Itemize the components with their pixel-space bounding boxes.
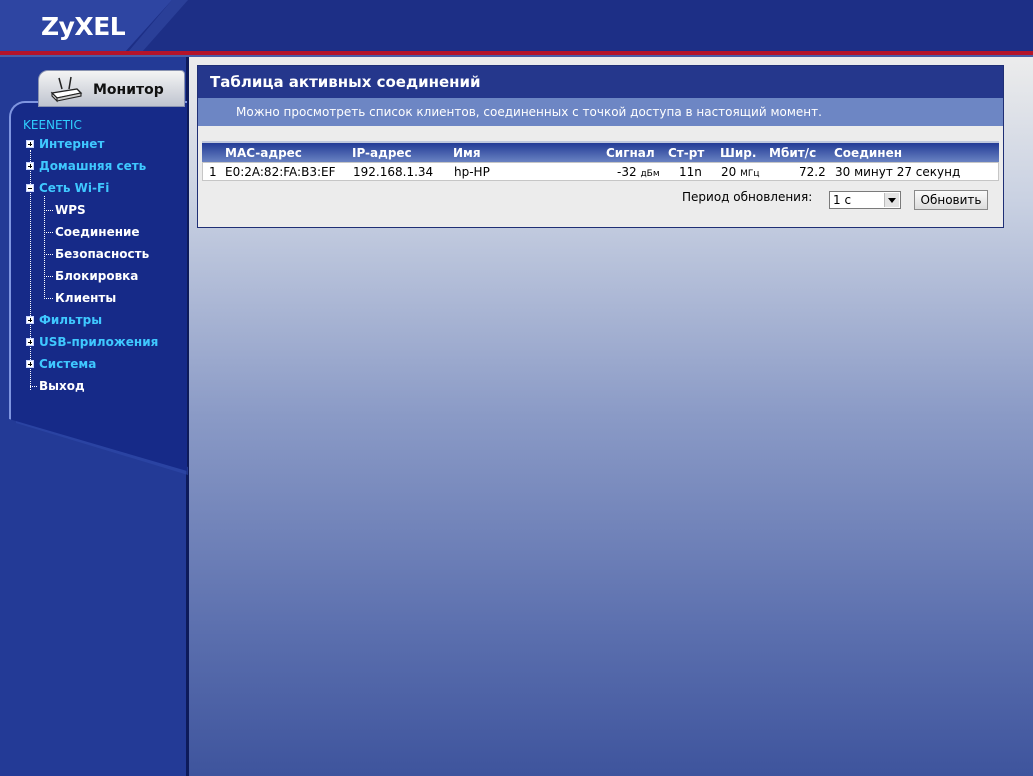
tree-line: [44, 254, 53, 255]
refresh-period-select[interactable]: 1 с: [829, 191, 901, 209]
column-header-connected: Соединен: [834, 146, 903, 160]
width-value: 20: [721, 165, 737, 179]
sidebar-item-internet[interactable]: Интернет: [39, 137, 104, 151]
tab-monitor[interactable]: Монитор: [38, 70, 185, 107]
expand-icon[interactable]: [26, 162, 34, 170]
tab-monitor-label: Монитор: [93, 82, 164, 98]
sidebar-item-security[interactable]: Безопасность: [55, 247, 149, 261]
chevron-down-icon[interactable]: [884, 193, 899, 207]
column-header-signal: Сигнал: [606, 146, 655, 160]
tree-line: [44, 232, 53, 233]
signal-unit: дБм: [640, 169, 660, 179]
page-title: Таблица активных соединений: [210, 73, 481, 91]
sidebar-item-filters[interactable]: Фильтры: [39, 313, 102, 327]
column-header-width: Шир.: [720, 146, 757, 160]
sidebar-item-usb-apps[interactable]: USB-приложения: [39, 335, 158, 349]
zyxel-logo: ZyXEL: [41, 12, 126, 41]
sidebar-item-blocking[interactable]: Блокировка: [55, 269, 138, 283]
column-header-name: Имя: [453, 146, 481, 160]
router-icon: [49, 75, 83, 106]
expand-icon[interactable]: [26, 360, 34, 368]
expand-icon[interactable]: [26, 338, 34, 346]
cell-ip: 192.168.1.34: [353, 165, 434, 179]
sidebar-item-logout[interactable]: Выход: [39, 379, 85, 393]
column-header-rate: Мбит/с: [769, 146, 817, 160]
tree-line: [30, 386, 37, 387]
refresh-period-value: 1 с: [833, 193, 852, 207]
column-header-mac: MAC-адрес: [225, 146, 302, 160]
sidebar-item-home-network[interactable]: Домашняя сеть: [39, 159, 146, 173]
refresh-button[interactable]: Обновить: [914, 190, 988, 210]
tree-line: [44, 210, 53, 211]
cell-standard: 11n: [679, 165, 702, 179]
table-row: 1 E0:2A:82:FA:B3:EF 192.168.1.34 hp-HP -…: [202, 162, 999, 181]
cell-connected: 30 минут 27 секунд: [835, 165, 961, 179]
brand-label: KEENETIC: [23, 118, 82, 132]
menu-panel: [9, 101, 187, 471]
sidebar-item-clients[interactable]: Клиенты: [55, 291, 116, 305]
header-bar: ZyXEL: [0, 0, 1033, 57]
connections-panel: Таблица активных соединений Можно просмо…: [197, 65, 1004, 228]
cell-signal: -32 дБм: [617, 165, 660, 179]
cell-rate: 72.2: [799, 165, 826, 179]
column-header-standard: Ст-рт: [668, 146, 705, 160]
expand-icon[interactable]: [26, 140, 34, 148]
table-header: MAC-адрес IP-адрес Имя Сигнал Ст-рт Шир.…: [202, 141, 999, 163]
page-description: Можно просмотреть список клиентов, соеди…: [236, 105, 822, 119]
sidebar-item-wps[interactable]: WPS: [55, 203, 86, 217]
panel-description-bar: Можно просмотреть список клиентов, соеди…: [198, 98, 1003, 126]
tree-line: [44, 196, 45, 299]
collapse-icon[interactable]: [26, 184, 34, 192]
tree-line: [44, 298, 53, 299]
signal-value: -32: [617, 165, 637, 179]
row-number: 1: [209, 165, 217, 179]
cell-width: 20 МГц: [721, 165, 760, 179]
column-header-ip: IP-адрес: [352, 146, 412, 160]
expand-icon[interactable]: [26, 316, 34, 324]
tree-line: [44, 276, 53, 277]
sidebar-item-system[interactable]: Система: [39, 357, 96, 371]
refresh-period-label: Период обновления:: [682, 190, 813, 204]
cell-name: hp-HP: [454, 165, 490, 179]
width-unit: МГц: [740, 169, 760, 179]
panel-title-bar: Таблица активных соединений: [198, 66, 1003, 98]
sidebar-item-connection[interactable]: Соединение: [55, 225, 140, 239]
sidebar-item-wifi[interactable]: Сеть Wi-Fi: [39, 181, 109, 195]
cell-mac: E0:2A:82:FA:B3:EF: [225, 165, 336, 179]
